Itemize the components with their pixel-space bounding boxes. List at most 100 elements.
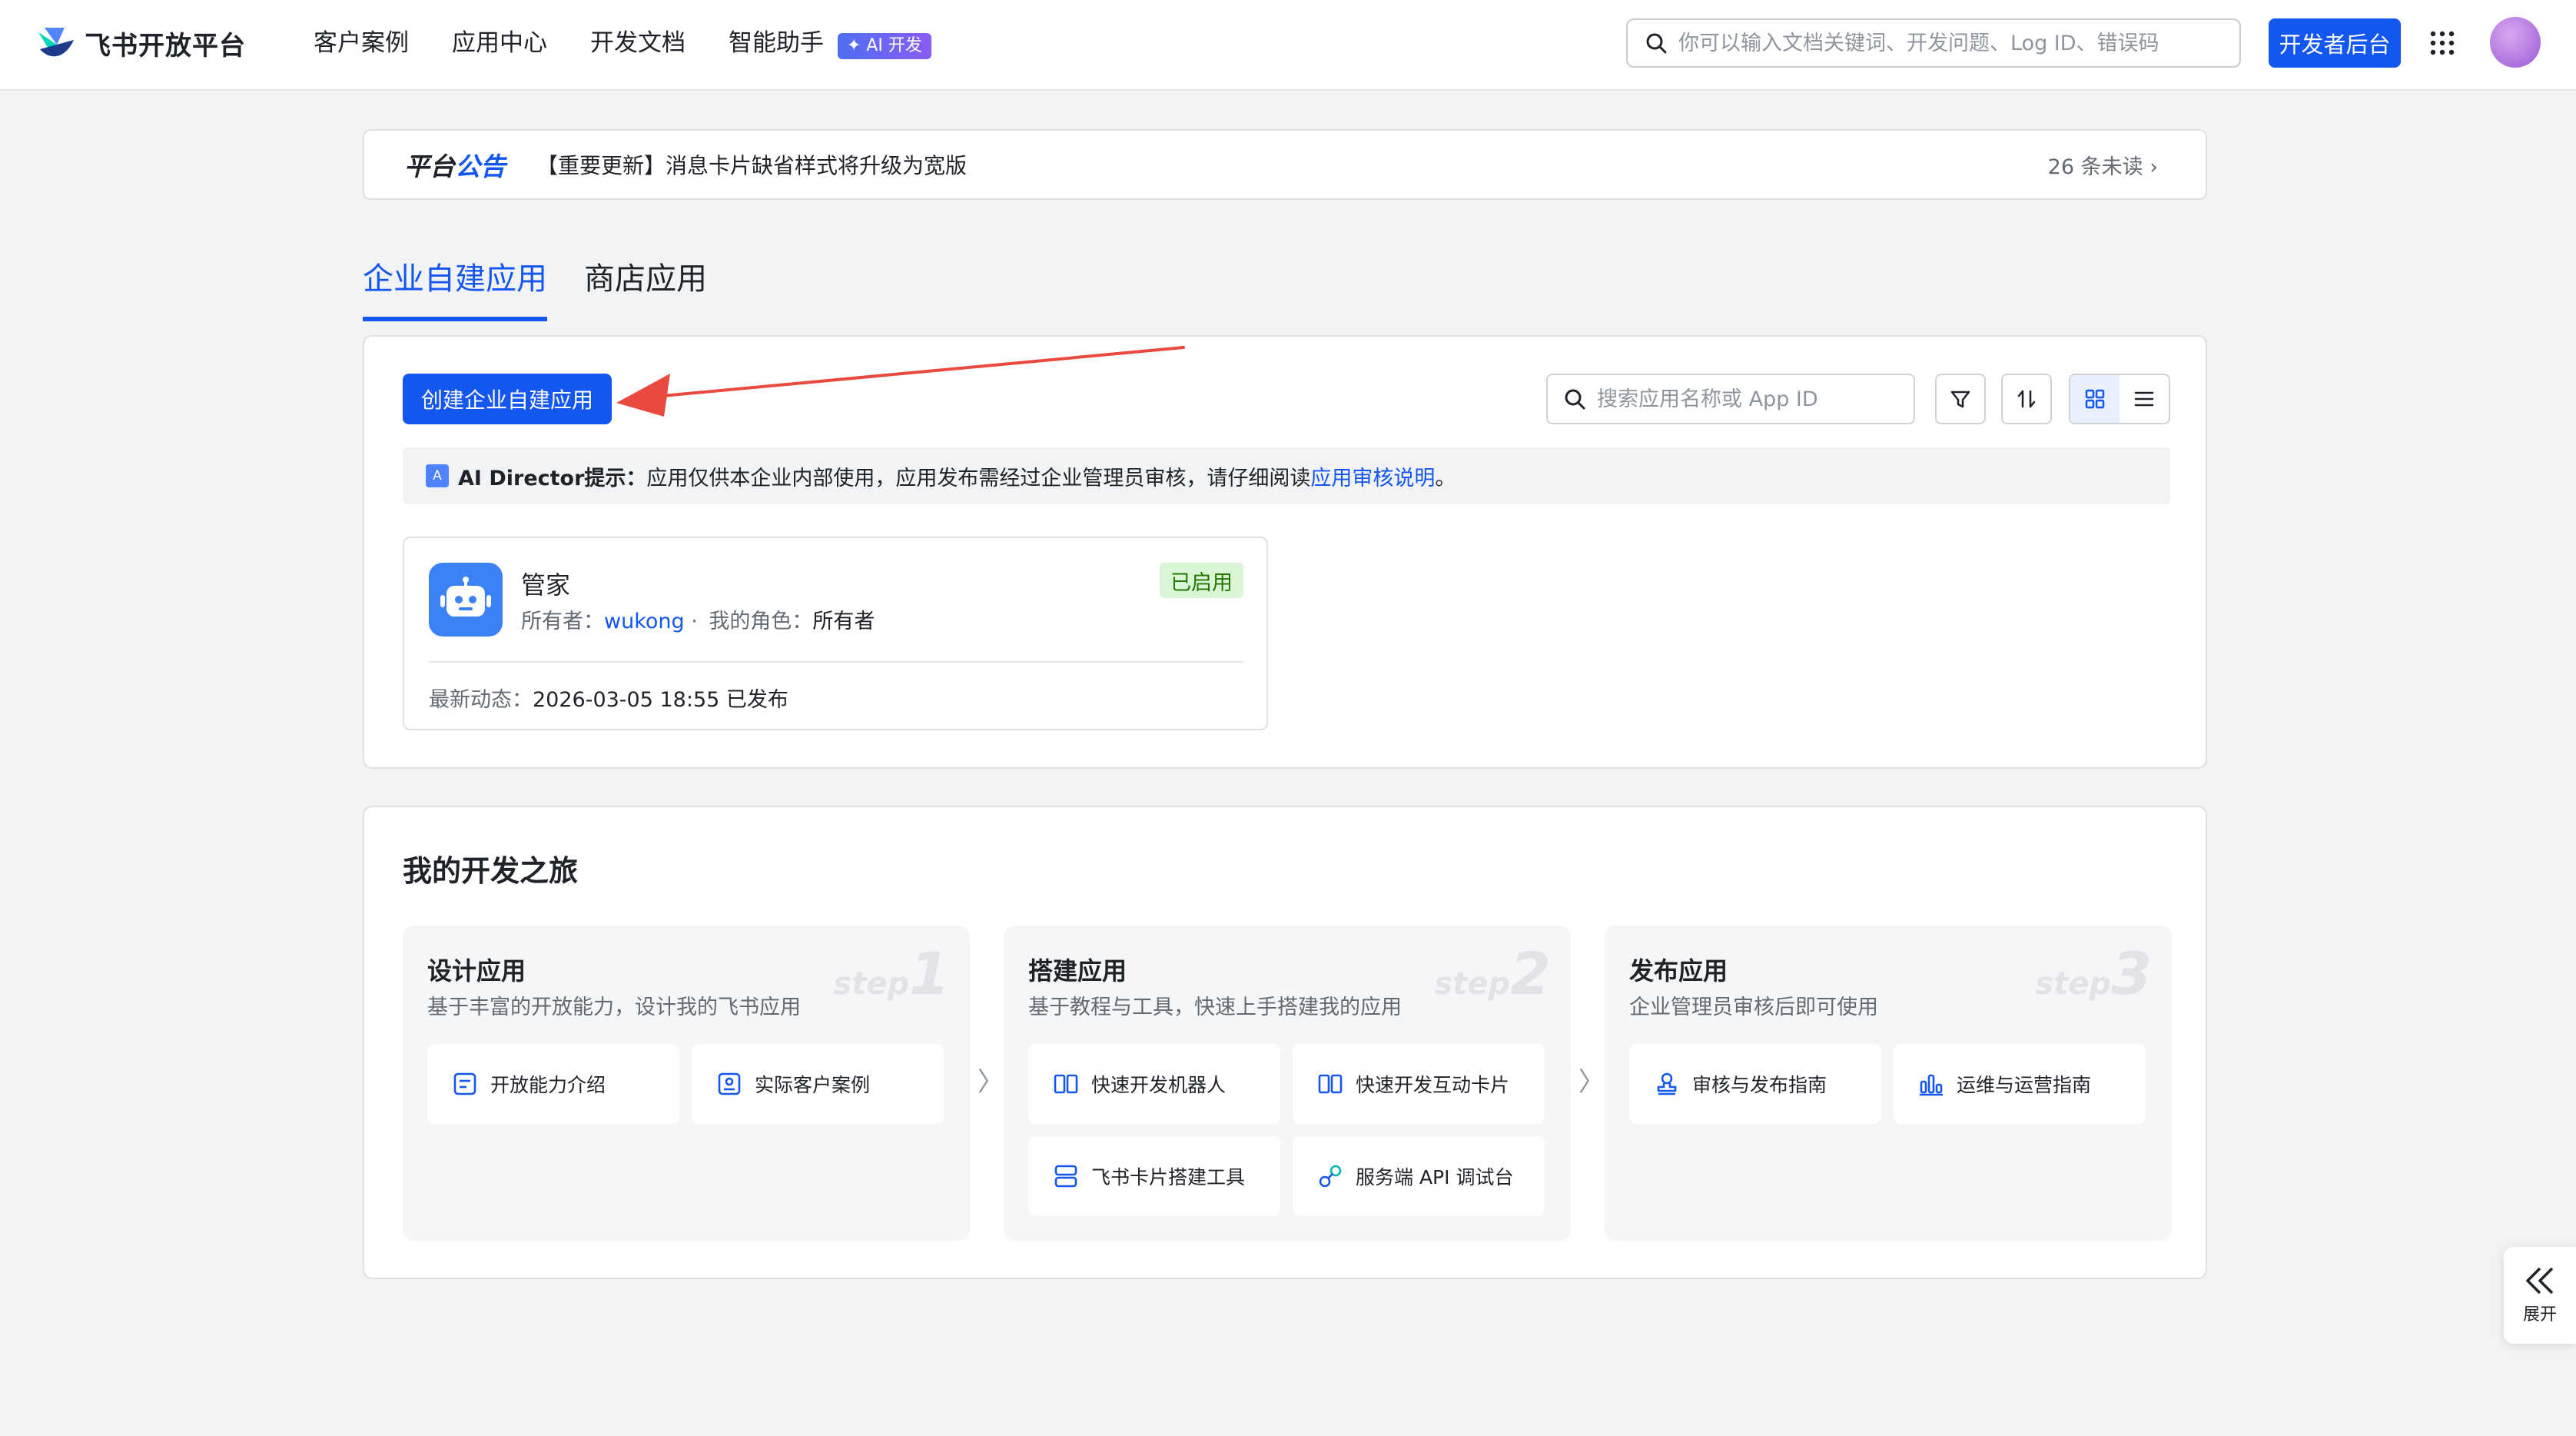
role-label: 我的角色： (709, 610, 813, 633)
step-item-label: 服务端 API 调试台 (1356, 1166, 1514, 1188)
quick-card-button[interactable]: 快速开发互动卡片 (1293, 1044, 1545, 1124)
step-item-label: 实际客户案例 (755, 1074, 871, 1096)
step-card-publish: 发布应用 企业管理员审核后即可使用 step3 审核与发布指南 运维与运营指南 (1605, 926, 2172, 1241)
app-card[interactable]: 管家 所有者：wukong · 我的角色：所有者 已启用 最新动态：2026-0… (403, 537, 1268, 730)
link-icon (1319, 1165, 1342, 1188)
tab-enterprise-apps[interactable]: 企业自建应用 (363, 254, 547, 321)
apps-panel: 创建企业自建应用 搜索应用名称或 App ID A AI Director提示：… (363, 335, 2207, 769)
filter-button[interactable] (1935, 374, 1986, 424)
chevron-right-icon: 〉 (978, 1067, 1004, 1098)
feishu-logo-icon (38, 28, 74, 57)
ai-dev-badge: ✦ AI 开发 (837, 33, 931, 59)
logo-text: 飞书开放平台 (85, 30, 246, 61)
review-publish-guide-button[interactable]: 审核与发布指南 (1629, 1044, 1881, 1124)
status-badge: 已启用 (1160, 563, 1243, 598)
book-icon (1054, 1074, 1078, 1094)
step-mark-word: step (1434, 966, 1511, 1002)
top-navbar: 飞书开放平台 客户案例 应用中心 开发文档 智能助手 ✦ AI 开发 开发者后台 (0, 0, 2576, 91)
announcement-label: 平台公告 (404, 146, 506, 183)
app-meta: 所有者：wukong · 我的角色：所有者 (521, 604, 875, 634)
announcement-label-part2: 公告 (455, 151, 506, 181)
announcement-text[interactable]: 【重要更新】消息卡片缺省样式将升级为宽版 (536, 149, 967, 180)
search-icon (1646, 33, 1667, 54)
side-expand-button[interactable]: 展开 (2504, 1247, 2576, 1344)
user-card-icon (718, 1072, 741, 1095)
owner-link[interactable]: wukong (604, 610, 685, 633)
announcement-label-part1: 平台 (404, 151, 455, 181)
step-item-label: 审核与发布指南 (1692, 1074, 1827, 1096)
app-search-input[interactable] (1597, 387, 1904, 411)
logo[interactable]: 飞书开放平台 (34, 22, 246, 65)
grid-view-button[interactable] (2070, 375, 2120, 423)
dev-journey-panel: 我的开发之旅 设计应用 基于丰富的开放能力，设计我的飞书应用 step1 开放能… (363, 806, 2207, 1279)
meta-separator: · (684, 610, 705, 633)
step-item-label: 快速开发互动卡片 (1356, 1074, 1510, 1096)
tab-store-apps[interactable]: 商店应用 (584, 254, 707, 321)
step-title: 设计应用 (427, 956, 526, 986)
step-desc: 基于丰富的开放能力，设计我的飞书应用 (427, 996, 801, 1019)
card-divider (429, 661, 1243, 663)
step-mark-num: 2 (1510, 939, 1551, 1008)
role-value: 所有者 (812, 610, 875, 633)
nav-smart-assistant-label: 智能助手 (729, 29, 824, 57)
view-toggle (2069, 374, 2170, 424)
ai-director-icon: A (426, 464, 449, 487)
ai-director-tip: A AI Director提示： 应用仅供本企业内部使用，应用发布需经过企业管理… (403, 447, 2170, 504)
step-mark-word: step (833, 966, 910, 1002)
step-item-label: 快速开发机器人 (1091, 1074, 1227, 1096)
step-mark: step1 (833, 939, 950, 1008)
review-guide-link[interactable]: 应用审核说明 (1310, 461, 1435, 491)
step-item-label: 运维与运营指南 (1957, 1074, 2092, 1096)
owner-label: 所有者： (521, 610, 604, 633)
double-chevron-left-icon (2526, 1267, 2554, 1295)
open-capabilities-button[interactable]: 开放能力介绍 (427, 1044, 679, 1124)
journey-title: 我的开发之旅 (403, 854, 579, 888)
card-builder-button[interactable]: 飞书卡片搭建工具 (1028, 1136, 1280, 1216)
nav-dev-docs[interactable]: 开发文档 (590, 23, 685, 63)
step-title: 发布应用 (1629, 956, 1728, 986)
nav-app-center[interactable]: 应用中心 (452, 23, 547, 63)
search-icon (1565, 389, 1585, 410)
step-mark: step3 (2035, 939, 2152, 1008)
create-enterprise-app-button[interactable]: 创建企业自建应用 (403, 374, 612, 424)
app-search[interactable] (1546, 374, 1915, 424)
global-search[interactable] (1626, 18, 2241, 68)
step-desc: 企业管理员审核后即可使用 (1629, 996, 1878, 1019)
filter-icon (1950, 391, 1970, 408)
list-view-icon (2134, 391, 2154, 407)
quick-bot-button[interactable]: 快速开发机器人 (1028, 1044, 1280, 1124)
main-nav: 客户案例 应用中心 开发文档 智能助手 ✦ AI 开发 (314, 23, 931, 63)
developer-console-button[interactable]: 开发者后台 (2269, 18, 2401, 68)
platform-announcement[interactable]: 平台公告 【重要更新】消息卡片缺省样式将升级为宽版 26 条未读 › (363, 129, 2207, 200)
tip-text: 应用仅供本企业内部使用，应用发布需经过企业管理员审核，请仔细阅读 (646, 466, 1311, 490)
doc-icon (453, 1072, 476, 1095)
step-card-build: 搭建应用 基于教程与工具，快速上手搭建我的应用 step2 快速开发机器人 快速… (1004, 926, 1571, 1241)
customer-cases-button[interactable]: 实际客户案例 (692, 1044, 944, 1124)
step-desc: 基于教程与工具，快速上手搭建我的应用 (1028, 996, 1402, 1019)
app-type-tabs: 企业自建应用 商店应用 (363, 254, 744, 321)
latest-value: 2026-03-05 18:55 已发布 (533, 688, 788, 712)
step-mark-num: 3 (2111, 939, 2152, 1008)
step-item-label: 飞书卡片搭建工具 (1091, 1166, 1246, 1188)
global-search-input[interactable] (1678, 31, 2216, 55)
step-mark-word: step (2035, 966, 2112, 1002)
sort-button[interactable] (2001, 374, 2052, 424)
step-title: 搭建应用 (1028, 956, 1127, 986)
api-console-button[interactable]: 服务端 API 调试台 (1293, 1136, 1545, 1216)
latest-label: 最新动态： (429, 688, 533, 712)
grid-view-icon (2085, 389, 2105, 409)
layout-icon (1054, 1165, 1077, 1188)
annotation-arrow-icon (616, 346, 1185, 417)
app-latest-activity: 最新动态：2026-03-05 18:55 已发布 (429, 683, 788, 713)
nav-customer-cases[interactable]: 客户案例 (314, 23, 409, 63)
apps-grid-icon[interactable] (2428, 29, 2456, 57)
bar-chart-icon (1920, 1074, 1943, 1096)
user-avatar[interactable] (2490, 17, 2541, 68)
nav-smart-assistant[interactable]: 智能助手 ✦ AI 开发 (729, 23, 931, 63)
chevron-right-icon: 〉 (1578, 1067, 1605, 1098)
robot-icon (429, 563, 503, 637)
ops-guide-button[interactable]: 运维与运营指南 (1894, 1044, 2146, 1124)
list-view-button[interactable] (2120, 375, 2169, 423)
announcement-unread-link[interactable]: 26 条未读 › (2048, 150, 2158, 180)
sort-icon (2017, 390, 2036, 408)
